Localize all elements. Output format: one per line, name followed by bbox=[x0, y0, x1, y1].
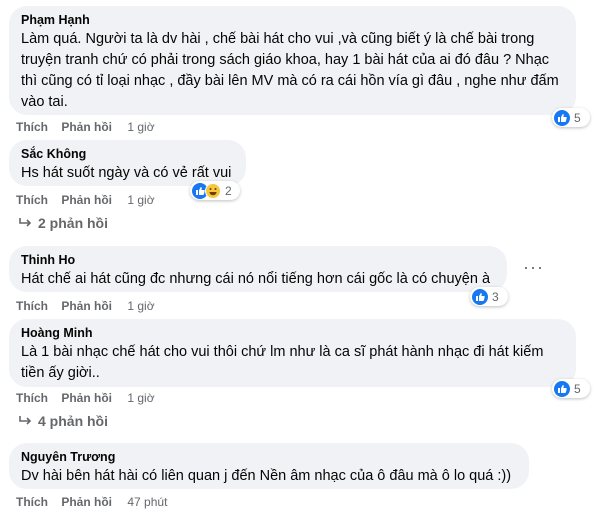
reaction-summary[interactable]: 2 bbox=[190, 181, 240, 200]
like-button[interactable]: Thích bbox=[16, 299, 48, 313]
like-icon bbox=[554, 380, 570, 397]
reaction-summary[interactable]: 5 bbox=[552, 108, 590, 127]
reply-button[interactable]: Phản hồi bbox=[61, 495, 112, 509]
comment-actions: Thích Phản hồi 47 phút bbox=[16, 494, 167, 510]
comment-author[interactable]: Nguyên Trương bbox=[21, 449, 517, 466]
comment-author[interactable]: Phạm Hạnh bbox=[21, 12, 564, 29]
comment-timestamp[interactable]: 1 giờ bbox=[127, 299, 154, 313]
comment-text-line: Dv hài bên hát hài có liên quan j đến Nề… bbox=[21, 468, 512, 484]
reply-arrow-icon bbox=[19, 218, 32, 227]
reply-arrow-icon bbox=[19, 416, 32, 425]
comment-timestamp[interactable]: 1 giờ bbox=[127, 391, 154, 405]
comment-text-line: tiền ấy giời.. bbox=[21, 365, 100, 381]
reaction-count: 5 bbox=[574, 110, 581, 125]
reply-button[interactable]: Phản hồi bbox=[61, 391, 112, 405]
comment-bubble: Hoàng Minh Là 1 bài nhạc chế hát cho vui… bbox=[9, 319, 576, 387]
like-button[interactable]: Thích bbox=[16, 120, 48, 134]
comment-timestamp[interactable]: 1 giờ bbox=[127, 120, 154, 134]
comment-bubble: Phạm Hạnh Làm quá. Người ta là dv hài , … bbox=[9, 6, 576, 115]
comment-text-line: Làm quá. Người ta là dv hài , chế bài há… bbox=[21, 31, 535, 47]
view-replies-link[interactable]: 4 phản hồi bbox=[18, 413, 108, 429]
like-button[interactable]: Thích bbox=[16, 495, 48, 509]
reaction-count: 3 bbox=[492, 289, 499, 304]
reply-button[interactable]: Phản hồi bbox=[61, 299, 112, 313]
comment-text-line: truyện tranh chứ có phải trong sách giáo… bbox=[21, 52, 550, 68]
comment-bubble: Nguyên Trương Dv hài bên hát hài có liên… bbox=[9, 443, 529, 489]
reply-button[interactable]: Phản hồi bbox=[61, 193, 112, 207]
comment-text-line: thì cũng có tỉ loại nhạc , đầy bài lên M… bbox=[21, 73, 559, 89]
reaction-count: 2 bbox=[225, 183, 232, 198]
comment-bubble: Thinh Ho Hát chế ai hát cũng đc nhưng cá… bbox=[9, 246, 507, 292]
comment-bubble: Sắc Không Hs hát suốt ngày và có vẻ rất … bbox=[9, 140, 246, 186]
reply-button[interactable]: Phản hồi bbox=[61, 120, 112, 134]
like-button[interactable]: Thích bbox=[16, 391, 48, 405]
reaction-summary[interactable]: 3 bbox=[470, 287, 508, 306]
comment-author[interactable]: Hoàng Minh bbox=[21, 325, 564, 342]
more-options-icon[interactable]: ··· bbox=[523, 258, 544, 276]
reaction-count: 5 bbox=[574, 381, 581, 396]
comment-text-line: Là 1 bài nhạc chế hát cho vui thôi chứ l… bbox=[21, 344, 544, 360]
replies-count-label: 4 phản hồi bbox=[38, 413, 108, 429]
comment-actions: Thích Phản hồi 1 giờ bbox=[16, 298, 155, 314]
like-icon bbox=[472, 288, 488, 305]
reaction-summary[interactable]: 5 bbox=[552, 379, 590, 398]
like-icon bbox=[554, 109, 570, 126]
replies-count-label: 2 phản hồi bbox=[38, 215, 108, 231]
comment-actions: Thích Phản hồi 1 giờ bbox=[16, 192, 155, 208]
comment-text-line: Hát chế ai hát cũng đc nhưng cái nó nổi … bbox=[21, 271, 491, 287]
comment-timestamp[interactable]: 1 giờ bbox=[127, 193, 154, 207]
comment-timestamp[interactable]: 47 phút bbox=[127, 495, 167, 509]
comment-actions: Thích Phản hồi 1 giờ bbox=[16, 119, 155, 135]
view-replies-link[interactable]: 2 phản hồi bbox=[18, 215, 108, 231]
comment-actions: Thích Phản hồi 1 giờ bbox=[16, 390, 155, 406]
comment-author[interactable]: Sắc Không bbox=[21, 146, 234, 163]
haha-icon bbox=[205, 182, 221, 199]
like-button[interactable]: Thích bbox=[16, 193, 48, 207]
comment-author[interactable]: Thinh Ho bbox=[21, 252, 495, 269]
comment-text-line: vào tai. bbox=[21, 94, 68, 110]
